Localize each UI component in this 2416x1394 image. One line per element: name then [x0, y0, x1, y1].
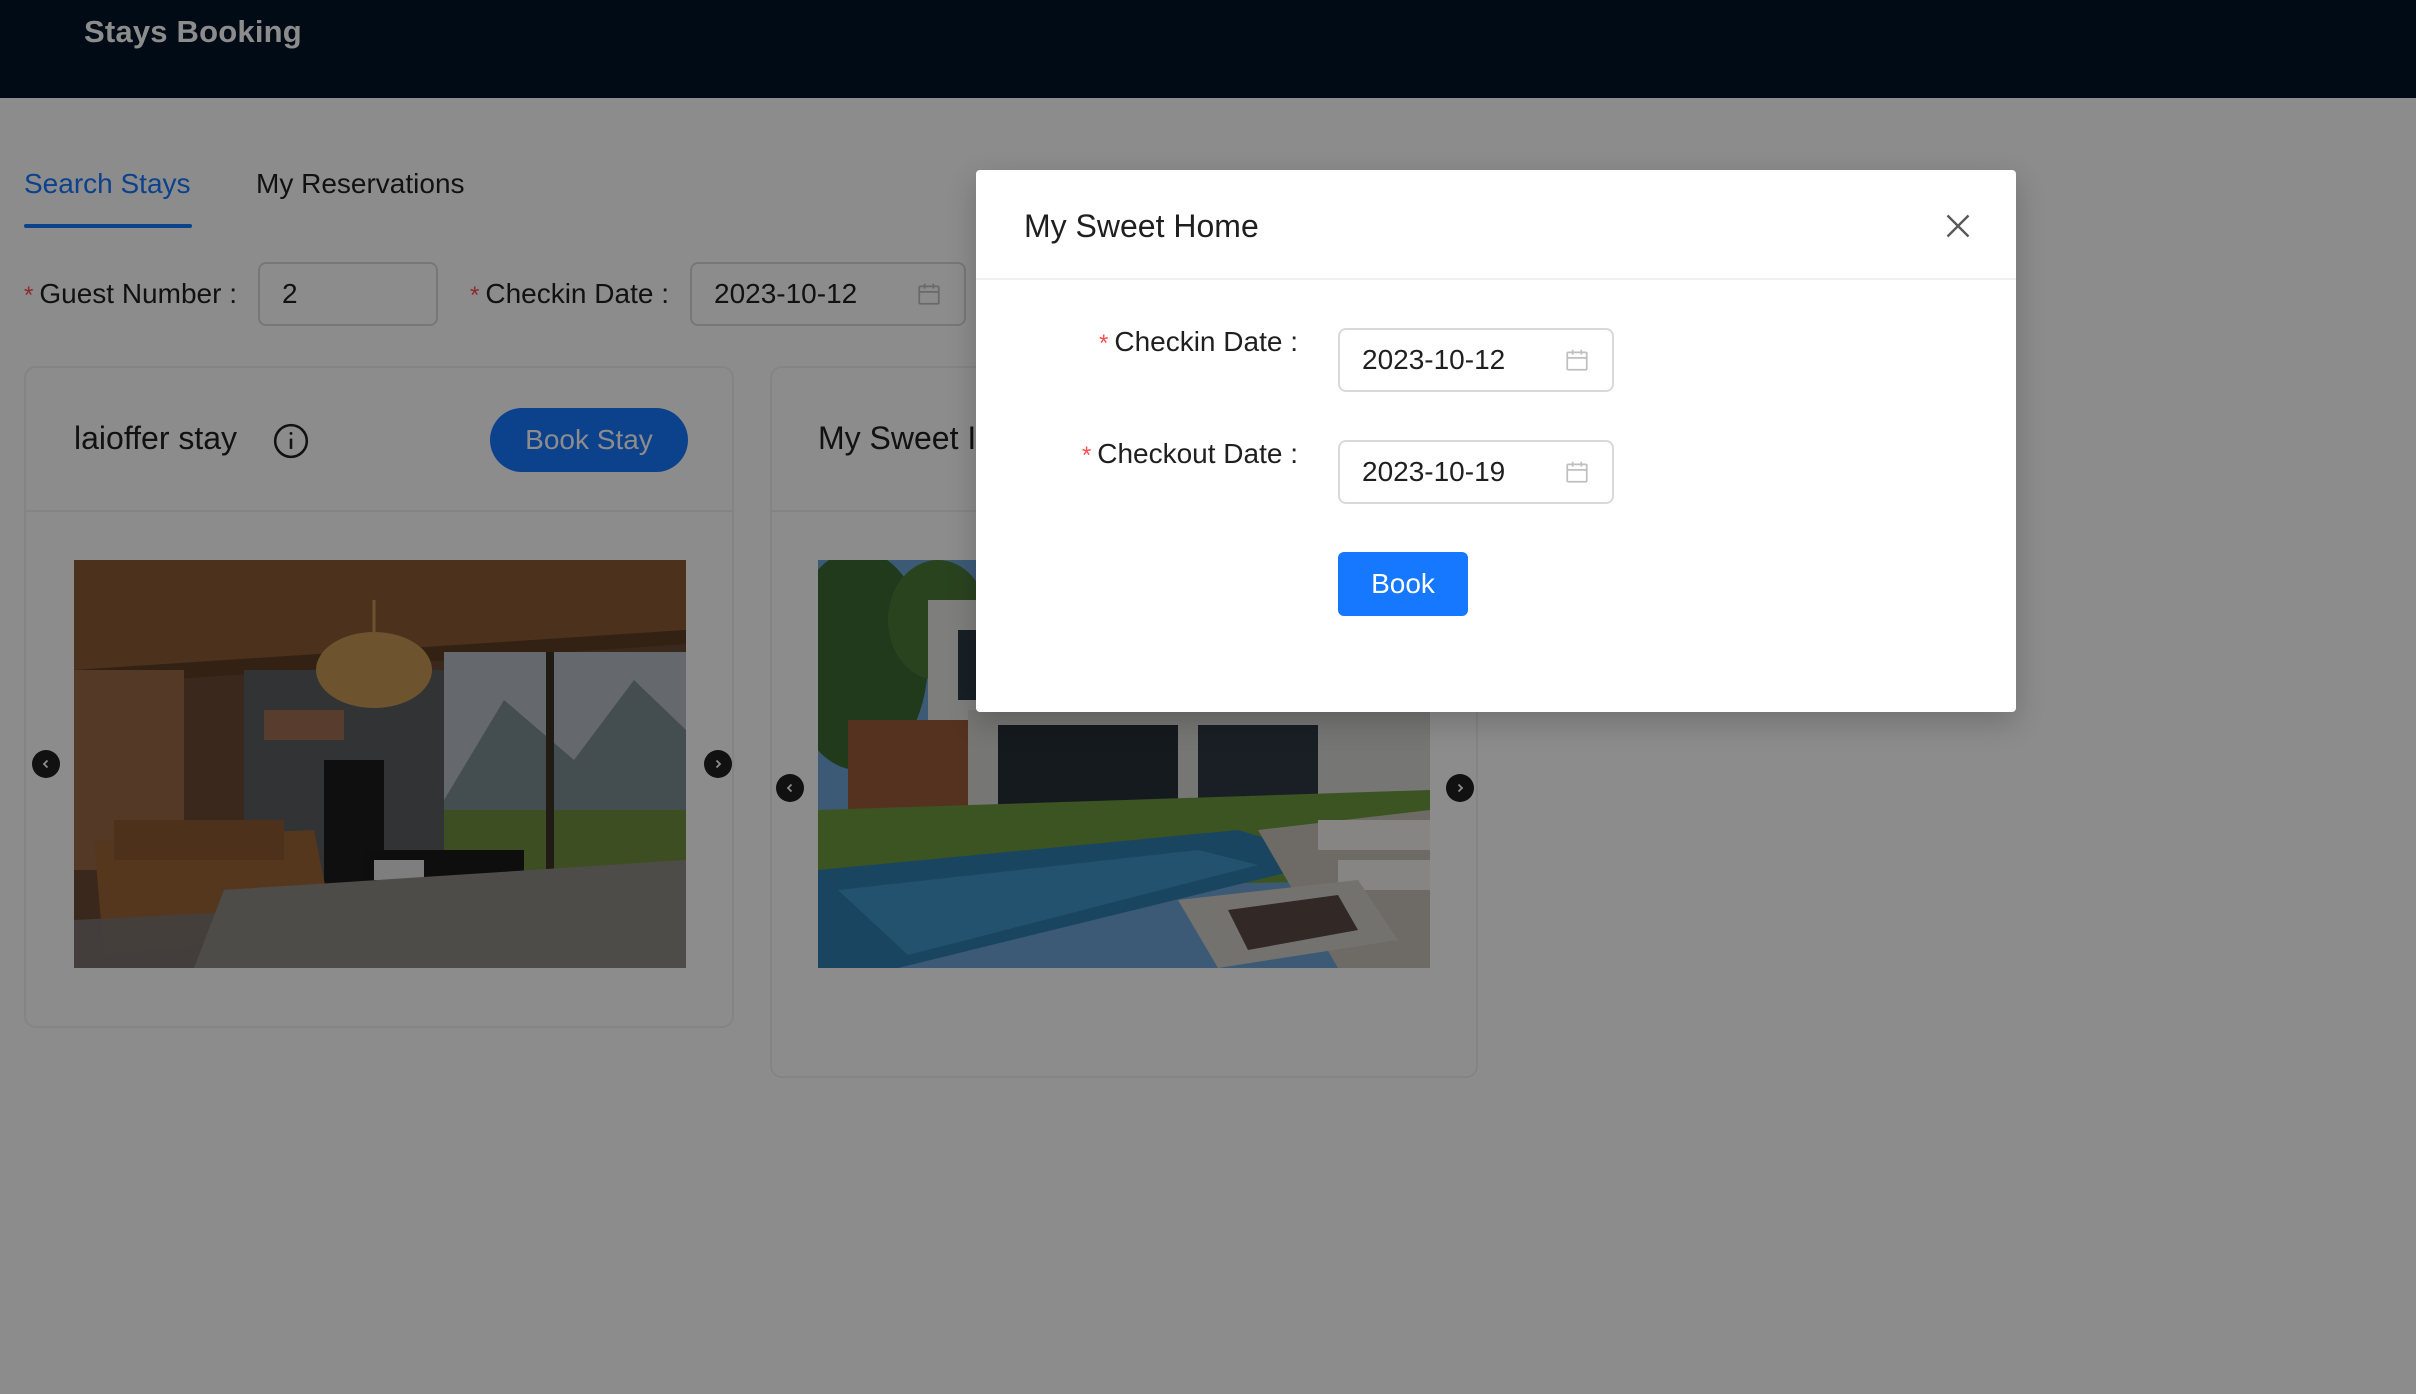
close-icon[interactable] — [1940, 208, 1976, 244]
modal-header: My Sweet Home — [976, 170, 2016, 280]
modal-title: My Sweet Home — [1024, 208, 1259, 244]
required-mark: * — [1099, 330, 1109, 357]
calendar-icon — [1566, 349, 1588, 371]
calendar-icon — [1566, 461, 1588, 483]
modal-checkin-date-picker[interactable]: 2023-10-12 — [1338, 328, 1614, 392]
modal-checkin-label: * Checkin Date : — [1099, 326, 1298, 357]
modal-checkout-date-picker[interactable]: 2023-10-19 — [1338, 440, 1614, 504]
book-button[interactable]: Book — [1338, 552, 1468, 616]
modal-checkout-label: * Checkout Date : — [1081, 438, 1298, 469]
required-mark: * — [1081, 442, 1092, 469]
booking-modal: My Sweet Home * Checkin Date : 2023-10-12… — [976, 170, 2016, 712]
app-root: Stays Booking Search Stays My Reservatio… — [0, 0, 2416, 1394]
